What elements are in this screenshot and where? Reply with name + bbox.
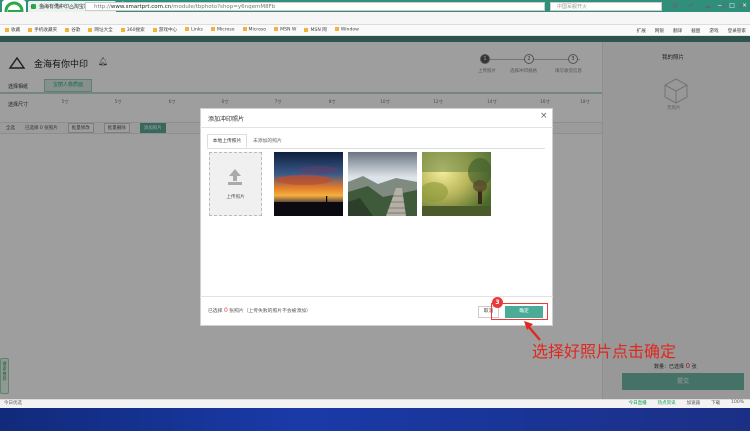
- instruction-annotation: 选择好照片点击确定: [532, 342, 677, 361]
- user-icon[interactable]: ☺: [721, 1, 728, 12]
- extension-item[interactable]: 截图: [691, 28, 700, 34]
- bookmark-item[interactable]: Microso: [210, 27, 235, 33]
- bookmark-item[interactable]: Links: [185, 27, 203, 33]
- status-left[interactable]: 今日优选: [4, 400, 22, 406]
- tab-unadded-photos[interactable]: 未添加的照片: [253, 137, 282, 144]
- bookmark-item[interactable]: Window: [334, 27, 359, 33]
- address-domain: www.smartprt.com.cn: [110, 4, 172, 10]
- extension-item[interactable]: 游戏: [709, 28, 718, 34]
- status-right: 今日直播 热点资讯 加速器 下载 100%: [629, 400, 744, 406]
- upload-label: 上传照片: [226, 195, 245, 200]
- dialog-divider: [200, 127, 553, 128]
- selected-photos-count: 已选择 0 张照片（上传失败的照片不会被添加）: [208, 307, 311, 314]
- status-item[interactable]: 100%: [731, 400, 744, 406]
- extension-item[interactable]: 扩展: [637, 28, 646, 34]
- tab-local-upload[interactable]: 本地上传照片: [207, 134, 247, 148]
- bookmark-item[interactable]: Microso: [242, 27, 266, 33]
- menu-icon[interactable]: ☰: [672, 1, 678, 12]
- photo-thumbnail-mountain-steps[interactable]: [348, 152, 417, 216]
- upload-icon: [226, 168, 244, 186]
- extension-item[interactable]: 登录管家: [728, 28, 746, 34]
- toolbar-extensions: 扩展 网银 翻译 截图 游戏 登录管家: [637, 25, 746, 36]
- photo-thumbnail-foggy-forest[interactable]: [422, 152, 491, 216]
- tabs-underline: [207, 148, 545, 149]
- status-item[interactable]: 下载: [711, 400, 720, 406]
- extension-item[interactable]: 网银: [655, 28, 664, 34]
- extension-item[interactable]: 翻译: [673, 28, 682, 34]
- dialog-title: 添加冲印照片: [208, 116, 245, 123]
- home-icon[interactable]: ⌂: [69, 1, 74, 12]
- more-icon[interactable]: ≡: [738, 1, 744, 12]
- browser-search-input[interactable]: 中国军舰开火: [550, 2, 662, 11]
- bookmark-item[interactable]: 收藏: [5, 27, 20, 33]
- selected-suffix: 张照片（上传失败的照片不会被添加）: [229, 309, 311, 314]
- bookmark-item[interactable]: MSN 网: [304, 27, 327, 33]
- bookmark-item[interactable]: 手机收藏夹: [28, 27, 57, 33]
- bookmark-item[interactable]: MSN W: [274, 27, 296, 33]
- cloud-icon[interactable]: ☁: [704, 1, 711, 12]
- step-number-badge: 3: [492, 297, 503, 308]
- photo-thumbnail-sunset[interactable]: [274, 152, 343, 216]
- status-item[interactable]: 加速器: [687, 400, 701, 406]
- undo-icon[interactable]: ↶: [688, 1, 694, 12]
- close-icon[interactable]: ×: [540, 112, 548, 121]
- selected-count-value: 0: [223, 307, 228, 314]
- bookmark-item[interactable]: 360搜索: [120, 27, 145, 33]
- nav-icons: ☰ ↶ ☁ ☺ ≡: [672, 1, 744, 12]
- back-icon[interactable]: ‹: [30, 1, 33, 12]
- address-prefix: http://: [94, 4, 111, 10]
- os-taskbar: [0, 408, 750, 431]
- address-path: /module/tbphoto?shop=y6nqemM8Fb: [171, 4, 276, 10]
- status-item[interactable]: 热点资讯: [658, 400, 676, 406]
- address-bar[interactable]: http://www.smartprt.com.cn/module/tbphot…: [85, 2, 545, 11]
- status-item[interactable]: 今日直播: [629, 400, 647, 406]
- bookmark-item[interactable]: 游戏中心: [152, 27, 177, 33]
- navigation-bar: [0, 12, 750, 25]
- bookmark-item[interactable]: 谷歌: [65, 27, 80, 33]
- selected-prefix: 已选择: [208, 309, 223, 314]
- bookmark-item[interactable]: 网址大全: [88, 27, 113, 33]
- forward-icon[interactable]: ›: [42, 1, 45, 12]
- refresh-icon[interactable]: ↻: [55, 1, 62, 12]
